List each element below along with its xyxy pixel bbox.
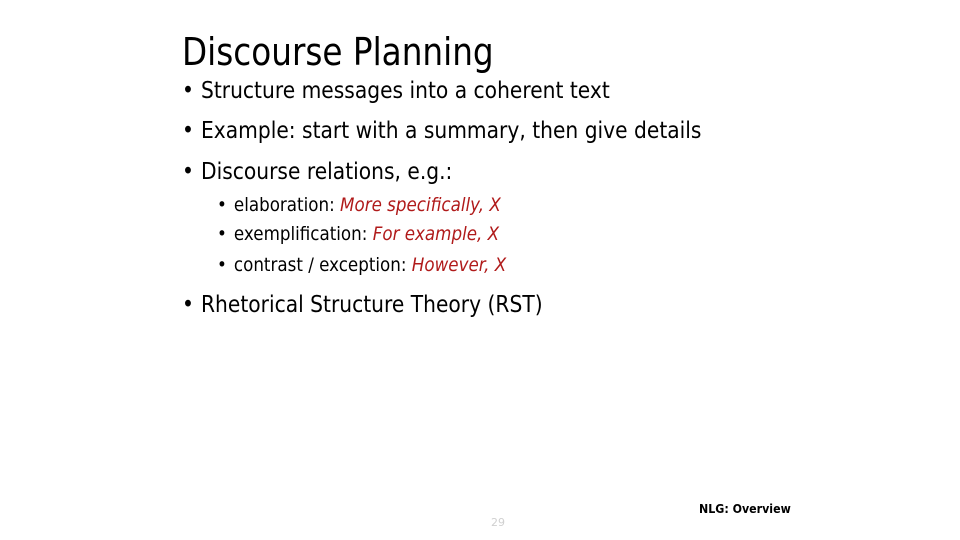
page-number: 29 bbox=[491, 516, 505, 529]
slide-title: Discourse Planning bbox=[182, 30, 494, 74]
bullet-icon: • bbox=[217, 223, 227, 245]
bullet-item: • Structure messages into a coherent text bbox=[182, 77, 610, 105]
bullet-item: • Discourse relations, e.g.: bbox=[182, 158, 452, 186]
relation-example: However, X bbox=[411, 254, 507, 276]
bullet-icon: • bbox=[182, 118, 194, 144]
relation-label: contrast / exception: bbox=[233, 254, 412, 276]
relation-example: More specifically, X bbox=[340, 194, 501, 216]
sub-bullet-item: • contrast / exception: However, X bbox=[217, 253, 506, 277]
relation-example: For example, X bbox=[372, 223, 500, 245]
bullet-icon: • bbox=[217, 254, 227, 276]
sub-bullet-item: • elaboration: More specifically, X bbox=[217, 193, 501, 217]
footer-text: NLG: Overview bbox=[699, 502, 791, 516]
bullet-icon: • bbox=[182, 78, 194, 104]
bullet-text: Rhetorical Structure Theory (RST) bbox=[200, 292, 543, 318]
bullet-text: Structure messages into a coherent text bbox=[200, 78, 610, 104]
bullet-icon: • bbox=[217, 194, 227, 216]
bullet-icon: • bbox=[182, 159, 194, 185]
bullet-icon: • bbox=[182, 292, 194, 318]
bullet-item: • Example: start with a summary, then giv… bbox=[182, 117, 701, 145]
bullet-text: Discourse relations, e.g.: bbox=[200, 159, 453, 185]
relation-label: elaboration: bbox=[233, 194, 341, 216]
bullet-text: Example: start with a summary, then give… bbox=[200, 118, 702, 144]
sub-bullet-item: • exemplification: For example, X bbox=[217, 222, 499, 246]
bullet-item: • Rhetorical Structure Theory (RST) bbox=[182, 291, 543, 319]
relation-label: exemplification: bbox=[233, 223, 373, 245]
